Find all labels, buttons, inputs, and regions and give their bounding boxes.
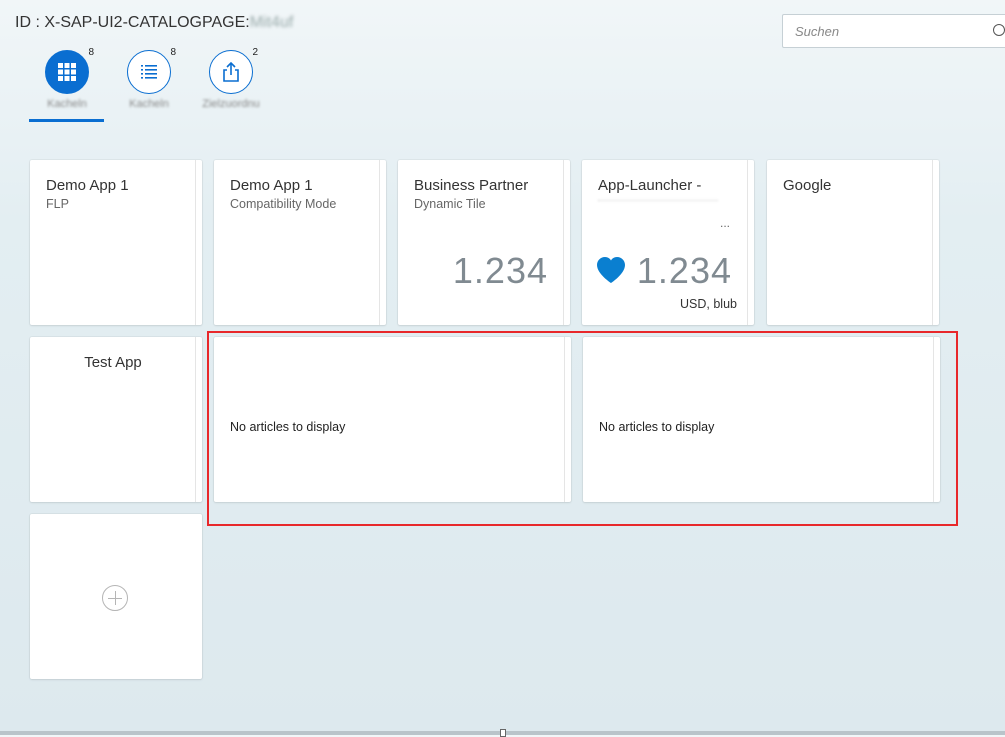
tile-subtitle: FLP [46, 197, 69, 211]
page-id-suffix: Mit4uf [249, 14, 294, 31]
tab-label: Kacheln [47, 98, 87, 110]
tile-title: Demo App 1 [46, 177, 129, 194]
tab-count: 2 [252, 47, 258, 58]
page-id-prefix: ID : X-SAP-UI2-CATALOGPAGE: [15, 14, 250, 31]
tile-title: Google [783, 177, 832, 194]
add-circle-icon [102, 585, 128, 611]
tile-google[interactable]: Google [767, 160, 939, 325]
grid-icon: 8 [45, 47, 94, 94]
tab-count: 8 [88, 47, 94, 58]
tile-app-launcher[interactable]: App-Launcher - ... 1.234 USD, blub [582, 160, 754, 325]
tile-title: Business Partner [414, 177, 529, 194]
list-icon: 8 [127, 47, 176, 94]
search-input[interactable] [795, 24, 975, 39]
tile-news-2[interactable]: No articles to display [583, 337, 940, 502]
tile-kpi-value: 1.234 [636, 250, 732, 291]
tile-title: Test App [84, 354, 142, 371]
tab-count: 8 [170, 47, 176, 58]
tile-demo-app-compat[interactable]: Demo App 1 Compatibility Mode [214, 160, 386, 325]
tile-subtitle: Dynamic Tile [414, 197, 486, 211]
horizontal-scrollbar[interactable] [0, 729, 1005, 737]
news-empty-text: No articles to display [230, 420, 346, 434]
tile-add-new[interactable] [30, 514, 202, 679]
tile-title: App-Launcher - [598, 177, 702, 194]
scrollbar-handle[interactable] [500, 729, 506, 737]
page-id: ID : X-SAP-UI2-CATALOGPAGE:Mit4uf [15, 14, 293, 32]
tile-news-1[interactable]: No articles to display [214, 337, 571, 502]
news-empty-text: No articles to display [599, 420, 715, 434]
share-icon: 2 [209, 47, 258, 94]
icon-tab-bar: 8 Kacheln 8 Kacheln 2 Zielzuordnu [29, 44, 269, 128]
tile-subtitle-redacted [598, 200, 718, 205]
tile-title: Demo App 1 [230, 177, 313, 194]
tile-kpi-value: 1.234 [452, 250, 548, 291]
search-icon[interactable] [993, 24, 1005, 36]
tab-label: Zielzuordnu [202, 98, 260, 110]
search-box[interactable] [782, 14, 1005, 48]
heart-icon [597, 257, 625, 283]
tab-tiles[interactable]: 8 Kacheln [29, 47, 105, 110]
tile-test-app[interactable]: Test App [30, 337, 202, 502]
tab-target-mappings[interactable]: 2 Zielzuordnu [193, 47, 269, 110]
tab-tiles-list[interactable]: 8 Kacheln [111, 47, 187, 110]
tile-subtitle: Compatibility Mode [230, 197, 337, 211]
active-tab-indicator [29, 119, 104, 122]
tile-kpi-unit: USD, blub [680, 297, 737, 311]
tile-business-partner[interactable]: Business Partner Dynamic Tile 1.234 [398, 160, 570, 325]
tab-label: Kacheln [129, 98, 169, 110]
tile-demo-app-flp[interactable]: Demo App 1 FLP [30, 160, 202, 325]
tile-ellipsis: ... [719, 216, 730, 230]
